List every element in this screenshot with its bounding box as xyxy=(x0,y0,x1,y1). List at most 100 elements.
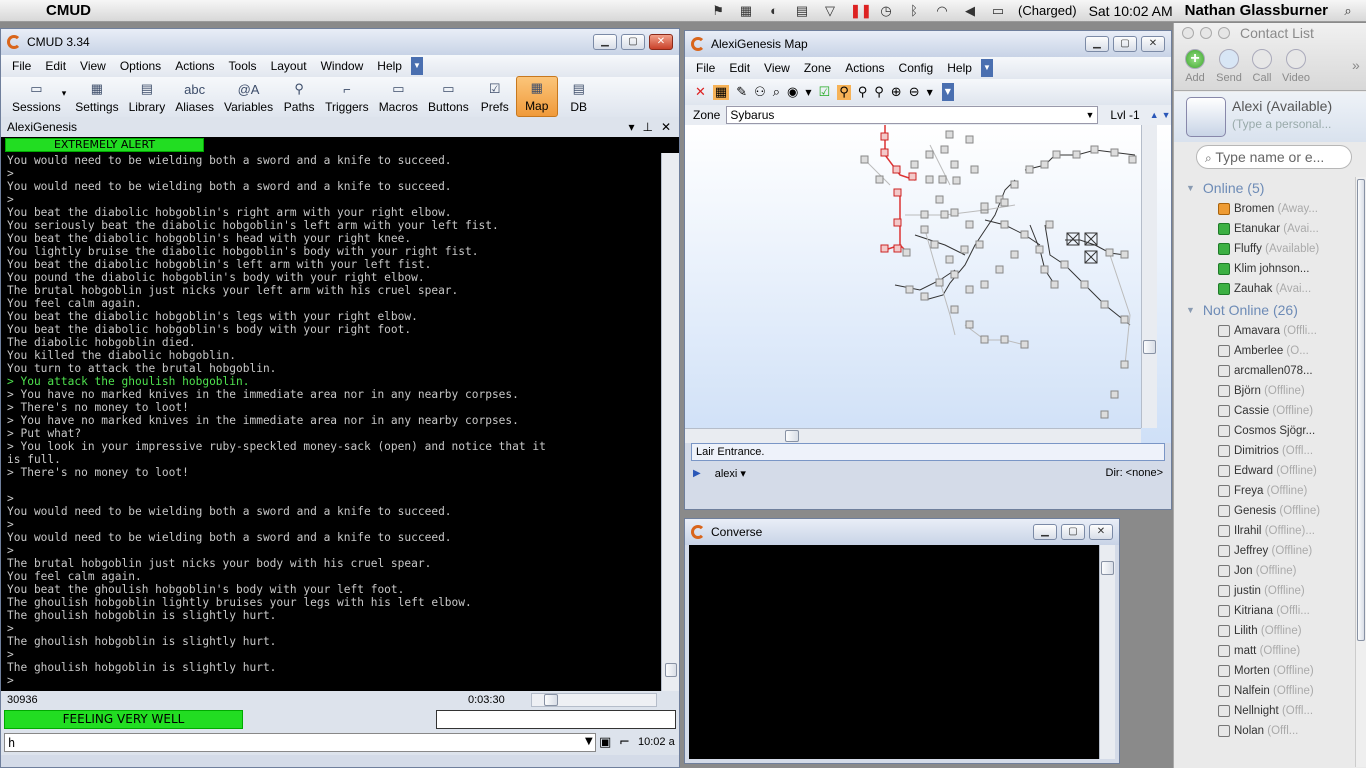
map-room[interactable] xyxy=(1040,265,1049,274)
zoom-in-icon[interactable]: ⊕ xyxy=(891,85,902,100)
terminal-output[interactable]: You would need to be wielding both a swo… xyxy=(1,153,661,691)
flag-icon[interactable]: ⚑ xyxy=(710,3,726,18)
toolbar-paths-button[interactable]: ⚲ Paths xyxy=(278,78,320,117)
map-room[interactable] xyxy=(935,195,944,204)
window-close-icon[interactable] xyxy=(1182,27,1194,39)
map-menu-edit[interactable]: Edit xyxy=(722,61,757,75)
map-room[interactable] xyxy=(938,175,947,184)
map-menu-file[interactable]: File xyxy=(689,61,722,75)
map-room[interactable] xyxy=(905,285,914,294)
check-icon[interactable]: ☑ xyxy=(819,85,831,100)
map-room[interactable] xyxy=(952,176,961,185)
map-room[interactable] xyxy=(965,320,974,329)
toolbar-buttons-button[interactable]: ▭ Buttons xyxy=(423,78,474,117)
expand-icon[interactable]: » xyxy=(1352,57,1360,73)
toolbar-triggers-button[interactable]: ⌐ Triggers xyxy=(320,78,374,117)
contact-item[interactable]: Bromen (Away... xyxy=(1174,199,1354,219)
contact-item[interactable]: Ilrahil (Offline)... xyxy=(1174,521,1354,541)
menu-view[interactable]: View xyxy=(73,59,113,73)
toolbar-db-button[interactable]: ▤ DB xyxy=(558,78,600,117)
mac-user-name[interactable]: Nathan Glassburner xyxy=(1185,2,1328,19)
toolbar-library-button[interactable]: ▤ Library xyxy=(124,78,171,117)
map-room[interactable] xyxy=(960,245,969,254)
map-room[interactable] xyxy=(980,335,989,344)
maximize-icon[interactable]: ▢ xyxy=(1061,524,1085,540)
zone-select[interactable]: Sybarus ▼ xyxy=(726,106,1099,124)
session-name[interactable]: AlexiGenesis xyxy=(7,120,77,134)
speedwalk-icon[interactable]: ⚲ xyxy=(858,85,868,100)
map-room[interactable] xyxy=(893,218,902,227)
toolbar-settings-button[interactable]: ▦ Settings xyxy=(70,78,123,117)
status-hscroll[interactable] xyxy=(531,693,657,707)
menu-file[interactable]: File xyxy=(5,59,38,73)
map-room[interactable] xyxy=(920,292,929,301)
terminal-scrollbar[interactable] xyxy=(661,153,679,691)
self-status[interactable]: Alexi (Available) (Type a personal... xyxy=(1174,92,1366,142)
clipboard-icon[interactable]: ▤ xyxy=(794,3,810,18)
menu-overflow-icon[interactable]: ▼ xyxy=(410,57,423,75)
zoom-out-icon[interactable]: ⊖ xyxy=(909,85,920,100)
map-room[interactable] xyxy=(1000,198,1009,207)
map-room[interactable] xyxy=(1120,250,1129,259)
contact-item[interactable]: Nellnight (Offl... xyxy=(1174,701,1354,721)
converse-scrollbar[interactable] xyxy=(1099,545,1115,759)
map-room[interactable] xyxy=(965,135,974,144)
chevron-down-icon[interactable]: ▼ xyxy=(1085,107,1094,123)
map-room[interactable] xyxy=(1060,260,1069,269)
contact-item[interactable]: Kitriana (Offli... xyxy=(1174,601,1354,621)
toolbar-sessions-button[interactable]: ▭ Sessions xyxy=(7,78,66,117)
bluetooth-icon[interactable]: ᛒ xyxy=(906,3,922,18)
converse-title-bar[interactable]: Converse ▁ ▢ ✕ xyxy=(685,519,1119,545)
window-zoom-icon[interactable] xyxy=(1218,27,1230,39)
contact-item[interactable]: Edward (Offline) xyxy=(1174,461,1354,481)
map-room[interactable] xyxy=(950,208,959,217)
menu-window[interactable]: Window xyxy=(314,59,371,73)
find-icon[interactable]: ⌕ xyxy=(773,85,780,100)
map-room[interactable] xyxy=(950,160,959,169)
add-contact-button[interactable]: + Add xyxy=(1178,49,1212,84)
command-input[interactable] xyxy=(4,733,596,752)
dropdown-arrow-icon[interactable]: ▼ xyxy=(927,88,933,97)
contact-item[interactable]: Klim johnson... xyxy=(1174,259,1354,279)
wand-icon[interactable]: ✎ xyxy=(736,85,747,100)
audio-icon[interactable]: ◐ xyxy=(766,3,782,18)
contact-item[interactable]: justin (Offline) xyxy=(1174,581,1354,601)
contact-group-header[interactable]: Online (5) xyxy=(1174,177,1354,199)
spotlight-search-icon[interactable]: ⌕ xyxy=(1340,3,1356,18)
contact-item[interactable]: Etanukar (Avai... xyxy=(1174,219,1354,239)
map-room[interactable] xyxy=(935,278,944,287)
pause-icon[interactable]: ❚❚ xyxy=(850,3,872,18)
map-room[interactable] xyxy=(1010,180,1019,189)
contact-group-header[interactable]: Not Online (26) xyxy=(1174,299,1354,321)
toolbar-prefs-button[interactable]: ☑ Prefs xyxy=(474,78,516,117)
map-room[interactable] xyxy=(950,270,959,279)
contact-item[interactable]: matt (Offline) xyxy=(1174,641,1354,661)
map-room[interactable] xyxy=(1120,360,1129,369)
map-room[interactable] xyxy=(920,210,929,219)
map-room[interactable] xyxy=(965,285,974,294)
binoculars-icon[interactable]: ⚇ xyxy=(754,85,766,100)
map-room[interactable] xyxy=(1100,300,1109,309)
map-room[interactable] xyxy=(1072,150,1081,159)
contact-search[interactable]: ⌕ Type name or e... xyxy=(1196,145,1352,169)
toolbar-macros-button[interactable]: ▭ Macros xyxy=(374,78,423,117)
time-machine-icon[interactable]: ◷ xyxy=(878,3,894,18)
maximize-icon[interactable]: ▢ xyxy=(621,34,645,50)
map-room[interactable] xyxy=(910,160,919,169)
self-message[interactable]: (Type a personal... xyxy=(1232,117,1331,131)
toolbar-variables-button[interactable]: @A Variables xyxy=(219,78,278,117)
contact-item[interactable]: Björn (Offline) xyxy=(1174,381,1354,401)
menu-tools[interactable]: Tools xyxy=(222,59,264,73)
map-room[interactable] xyxy=(940,210,949,219)
map-mode-icon[interactable]: ▦ xyxy=(712,84,730,100)
contact-item[interactable]: Morten (Offline) xyxy=(1174,661,1354,681)
menu-options[interactable]: Options xyxy=(113,59,168,73)
map-room[interactable] xyxy=(940,145,949,154)
contact-item[interactable]: Cassie (Offline) xyxy=(1174,401,1354,421)
contact-item[interactable]: Nolan (Offl... xyxy=(1174,721,1354,741)
map-room[interactable] xyxy=(965,220,974,229)
map-room[interactable] xyxy=(880,148,889,157)
toolbar-aliases-button[interactable]: abc Aliases xyxy=(170,78,219,117)
menu-edit[interactable]: Edit xyxy=(38,59,73,73)
map-hscroll[interactable] xyxy=(685,428,1141,443)
